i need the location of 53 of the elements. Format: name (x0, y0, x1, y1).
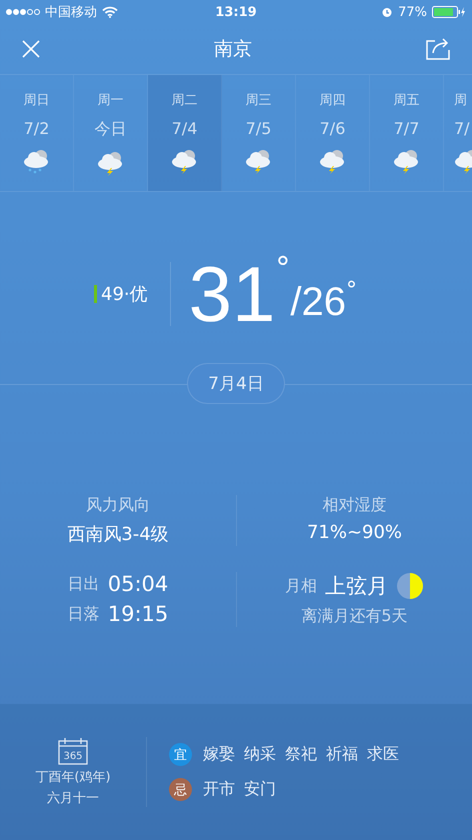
sunset-label: 日落 (68, 604, 100, 624)
clock-time: 13:19 (215, 4, 257, 20)
day-tab[interactable]: 周 7/ (444, 75, 472, 191)
humidity-label: 相对湿度 (322, 495, 386, 516)
close-icon[interactable] (22, 40, 40, 58)
date-label: 7月4日 (187, 363, 285, 404)
day-tab[interactable]: 周日 7/2 (0, 75, 74, 191)
thunderstorm-icon (244, 148, 272, 174)
sunrise-time: 05:04 (108, 572, 168, 596)
lunar-year: 丁酉年(鸡年) (35, 769, 111, 786)
almanac-item: 求医 (367, 744, 399, 765)
almanac-item: 开市 (203, 779, 235, 800)
almanac-tag: 忌 (169, 778, 192, 801)
moon-phase: 上弦月 (325, 573, 388, 600)
sunset-time: 19:15 (108, 602, 168, 626)
moon-phase-label: 月相 (285, 576, 317, 596)
thunderstorm-icon (392, 148, 420, 174)
share-icon[interactable] (426, 38, 450, 60)
almanac-item: 安门 (244, 779, 276, 800)
almanac-tag: 宜 (169, 743, 192, 766)
degree-sign: ° (275, 254, 290, 284)
full-moon-countdown: 离满月还有5天 (301, 606, 408, 627)
almanac-item: 纳采 (244, 744, 276, 765)
city-title: 南京 (214, 37, 252, 62)
rain-cloud-icon (22, 148, 50, 174)
air-quality: 49·优 (101, 283, 148, 306)
almanac-item: 嫁娶 (203, 744, 235, 765)
sunrise-label: 日出 (68, 574, 100, 594)
degree-sign: ° (346, 280, 358, 302)
almanac-item: 祈福 (326, 744, 358, 765)
wifi-icon (102, 6, 118, 18)
low-temperature: /26 (290, 282, 346, 322)
battery-icon (432, 6, 466, 18)
signal-icon (6, 9, 40, 15)
almanac-item: 祭祀 (285, 744, 317, 765)
wind-label: 风力风向 (86, 495, 150, 516)
thunderstorm-icon (96, 150, 124, 176)
lunar-date: 六月十一 (47, 790, 99, 807)
thunderstorm-icon (170, 148, 198, 174)
calendar-icon: 365 (58, 737, 88, 765)
wind-value: 西南风3-4级 (67, 523, 169, 546)
day-tab[interactable]: 周三 7/5 (222, 75, 296, 191)
day-tab[interactable]: 周二 7/4 (148, 75, 222, 191)
day-tab[interactable]: 周一 今日 (74, 75, 148, 191)
half-moon-icon (396, 572, 424, 600)
battery-percent: 77% (398, 4, 427, 20)
day-tab[interactable]: 周五 7/7 (370, 75, 444, 191)
carrier-name: 中国移动 (45, 4, 97, 21)
alarm-icon (381, 6, 394, 18)
thunderstorm-icon (318, 148, 346, 174)
day-tab[interactable]: 周四 7/6 (296, 75, 370, 191)
high-temperature: 31 (188, 254, 276, 334)
humidity-value: 71%~90% (306, 522, 402, 543)
